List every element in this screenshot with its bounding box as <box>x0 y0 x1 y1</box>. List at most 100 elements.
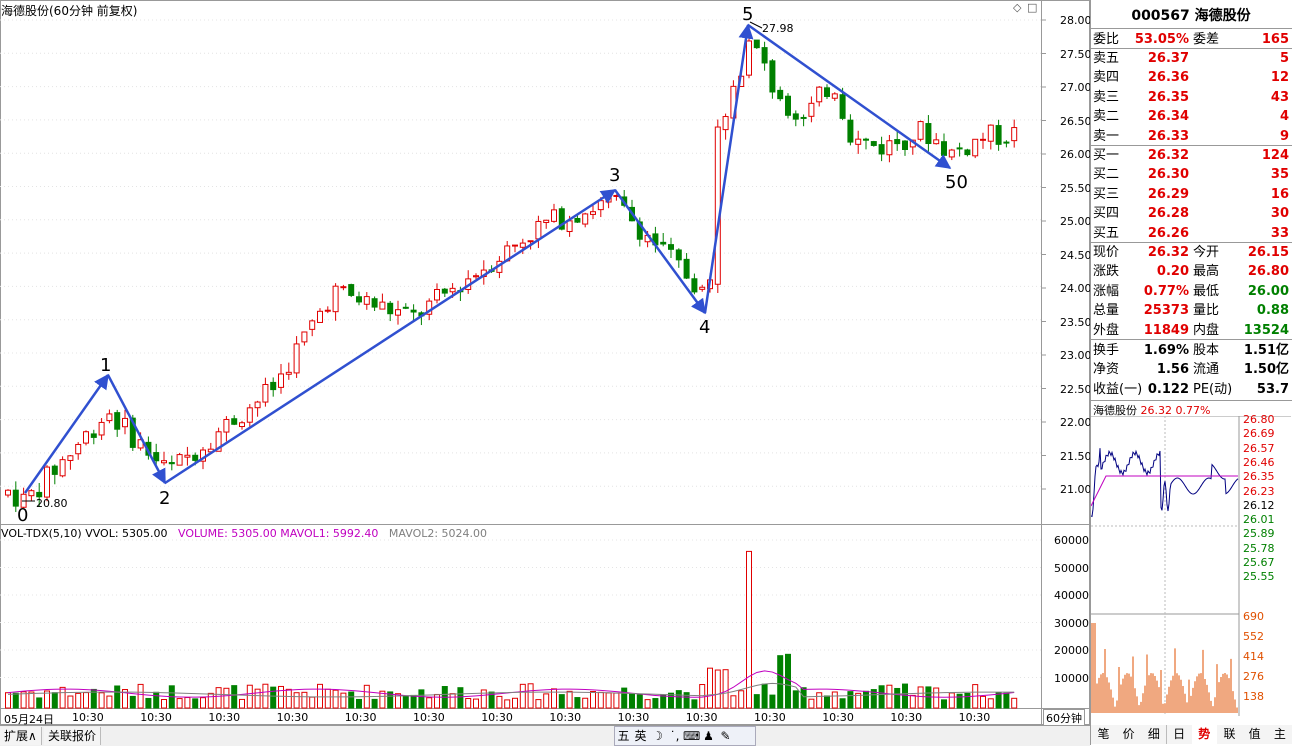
candle-body <box>270 381 277 391</box>
chart-title: 海德股份(60分钟 前复权) <box>1 4 138 18</box>
candle-body <box>964 149 971 156</box>
time-tick-label: 10:30 <box>549 711 582 724</box>
candle-body <box>410 309 417 313</box>
volume-bar <box>894 687 901 709</box>
ask-row[interactable]: 卖二 26.34 4 <box>1091 107 1291 126</box>
volume-bar <box>340 692 347 709</box>
candle-body <box>777 89 784 100</box>
volume-bar <box>270 686 277 709</box>
time-tick-label: 10:30 <box>481 711 513 724</box>
mini-price-tick: 26.57 <box>1243 441 1275 455</box>
candle-body <box>153 452 160 462</box>
volume-bar <box>917 686 924 709</box>
fund-value: 0.122 <box>1147 381 1189 397</box>
candle-body <box>597 200 604 211</box>
candle-body <box>168 462 175 465</box>
ask-row[interactable]: 卖三 26.35 43 <box>1091 88 1291 107</box>
bid-row[interactable]: 买二 26.30 35 <box>1091 165 1291 184</box>
candle-body <box>714 126 721 285</box>
ask-row[interactable]: 卖一 26.33 9 <box>1091 127 1291 146</box>
volume-bar <box>301 691 308 709</box>
candle-body <box>769 60 776 93</box>
volume-bar <box>309 696 316 709</box>
punctuation-icon[interactable]: ˙, <box>666 727 683 745</box>
side-tab[interactable]: 笔 <box>1091 725 1117 744</box>
book-price: 26.30 <box>1147 167 1189 183</box>
candle-body <box>816 86 823 103</box>
time-tick-label: 10:30 <box>140 711 172 724</box>
volume-bar <box>75 692 82 709</box>
candle-body <box>792 113 799 120</box>
mini-price-tick: 25.78 <box>1243 541 1275 555</box>
volume-bar <box>231 685 238 709</box>
volume-bar <box>738 690 745 709</box>
tab-related-quotes[interactable]: 关联报价 <box>44 727 102 745</box>
bid-row[interactable]: 买四 26.28 30 <box>1091 204 1291 223</box>
book-level-label: 卖二 <box>1093 109 1120 125</box>
book-level-label: 卖五 <box>1093 51 1120 66</box>
volume-bar <box>621 687 628 709</box>
kline-chart[interactable] <box>0 0 1090 725</box>
volume-bar <box>410 694 417 709</box>
tab-expand[interactable]: 扩展∧ <box>0 727 42 745</box>
bid-row[interactable]: 买一 26.32 124 <box>1091 146 1291 165</box>
side-tab[interactable]: 主 <box>1267 725 1292 744</box>
ime-toolbar[interactable]: 五英 ☽ ˙, ⌨ ♟ ✎ <box>614 726 756 746</box>
volume-bar <box>161 699 167 709</box>
bid-row[interactable]: 买五 26.26 33 <box>1091 224 1291 243</box>
side-tab[interactable]: 日 <box>1166 725 1193 744</box>
volume-bar <box>722 669 729 709</box>
fund-label: 净资 <box>1093 362 1120 378</box>
candle-body <box>683 258 690 279</box>
chart-frame <box>0 0 1090 725</box>
candle-body <box>90 433 97 438</box>
keyboard-icon[interactable]: ⌨ <box>683 727 700 745</box>
moon-icon[interactable]: ☽ <box>649 727 666 745</box>
square-icon[interactable]: □ <box>1027 1 1037 14</box>
volume-bar <box>636 694 643 709</box>
side-tab[interactable]: 值 <box>1242 725 1269 744</box>
volume-bar <box>878 685 885 709</box>
side-tab[interactable]: 细 <box>1141 725 1168 744</box>
candle-body <box>402 306 409 309</box>
book-level-label: 买三 <box>1093 186 1120 202</box>
candle-body <box>699 286 706 290</box>
volume-bar <box>800 687 807 709</box>
ask-row[interactable]: 卖四 26.36 12 <box>1091 68 1291 87</box>
volume-tick-label: 60000 <box>1054 534 1089 547</box>
candle-body <box>395 309 401 316</box>
candle-body <box>566 220 573 233</box>
price-tick-label: 21.00 <box>1060 483 1092 496</box>
ask-row[interactable]: 卖五 26.37 5 <box>1091 49 1291 68</box>
candle-body <box>59 459 66 477</box>
side-tab[interactable]: 价 <box>1116 725 1143 744</box>
candle-body <box>761 47 768 64</box>
wave-label-3: 3 <box>609 165 621 186</box>
skin-icon[interactable]: ♟ <box>700 727 717 745</box>
fundamental-row: 净资 1.56 流通 1.50亿 <box>1091 360 1291 379</box>
volume-bar <box>465 698 472 709</box>
book-volume: 9 <box>1279 128 1289 144</box>
fund-value: 1.51亿 <box>1243 343 1289 358</box>
volume-bar <box>925 686 932 709</box>
wrench-icon[interactable]: ✎ <box>717 727 734 745</box>
volume-bar <box>278 685 284 709</box>
volume-tick-label: 40000 <box>1054 589 1089 602</box>
candle-body <box>246 407 253 423</box>
diamond-icon[interactable]: ◇ <box>1013 1 1021 14</box>
volume-bar <box>909 694 916 709</box>
candle-body <box>98 421 105 436</box>
side-tab[interactable]: 联 <box>1217 725 1243 744</box>
quote-row: 外盘 11849 内盘 13524 <box>1091 321 1291 340</box>
ime-wubi-icon[interactable]: 五 <box>615 727 632 745</box>
vol-indicator-name[interactable]: VOL-TDX(5,10) <box>1 527 82 540</box>
side-tab[interactable]: 势 <box>1191 725 1218 744</box>
bid-row[interactable]: 买三 26.29 16 <box>1091 185 1291 204</box>
volume-bar <box>902 683 908 709</box>
candle-body <box>12 489 19 507</box>
candle-body <box>379 301 386 310</box>
quote-label: 外盘 <box>1093 322 1120 338</box>
candle-body <box>746 40 752 76</box>
ime-english-icon[interactable]: 英 <box>632 727 649 745</box>
fund-value: 53.7 <box>1256 381 1289 397</box>
